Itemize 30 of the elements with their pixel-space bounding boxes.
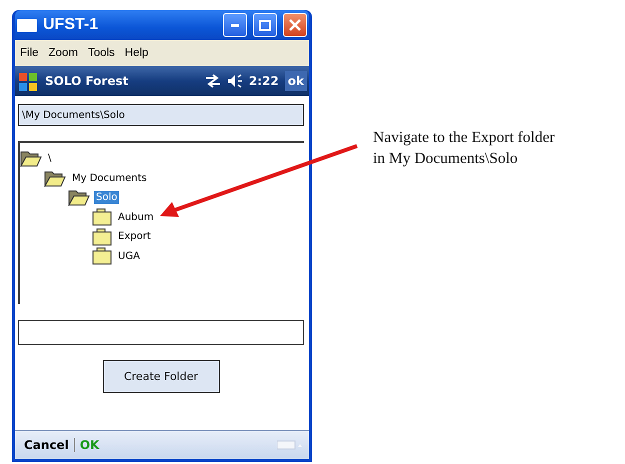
path-field[interactable]: \My Documents\Solo (18, 104, 304, 126)
maximize-button[interactable] (253, 13, 277, 37)
speaker-icon[interactable] (226, 74, 243, 88)
close-button[interactable] (283, 13, 307, 37)
device-title: SOLO Forest (45, 74, 130, 88)
minimize-button[interactable] (223, 13, 247, 37)
window-title: UFST-1 (43, 16, 100, 34)
annotation-text: Navigate to the Export folder (373, 128, 555, 148)
ok-button[interactable]: ok (284, 71, 307, 91)
connectivity-icon[interactable] (204, 74, 221, 88)
softkey[interactable]: Cancel (19, 438, 75, 452)
minimize-icon (231, 24, 239, 26)
folder-label[interactable]: \ (46, 152, 54, 166)
folder-label[interactable]: Solo (94, 191, 120, 204)
menu-item[interactable]: Help (124, 47, 148, 59)
window-icon (17, 18, 37, 32)
annotation-text: in My Documents\Solo (373, 149, 519, 169)
start-flag-icon[interactable] (17, 70, 39, 92)
folder-label[interactable]: My Documents (70, 172, 149, 185)
input-field[interactable] (18, 320, 304, 345)
menu-item[interactable]: Tools (88, 47, 115, 59)
folder-label[interactable]: Aubum (116, 210, 156, 224)
menu-item[interactable]: Zoom (48, 47, 78, 59)
folder-label[interactable]: UGA (116, 250, 142, 263)
clock-time[interactable]: 2:22 (248, 74, 279, 88)
folder-label[interactable]: Export (116, 230, 153, 244)
menu-item[interactable]: File (20, 47, 39, 59)
maximize-icon (259, 20, 271, 30)
close-icon (289, 19, 301, 31)
create-folder-button[interactable]: Create Folder (102, 360, 220, 393)
